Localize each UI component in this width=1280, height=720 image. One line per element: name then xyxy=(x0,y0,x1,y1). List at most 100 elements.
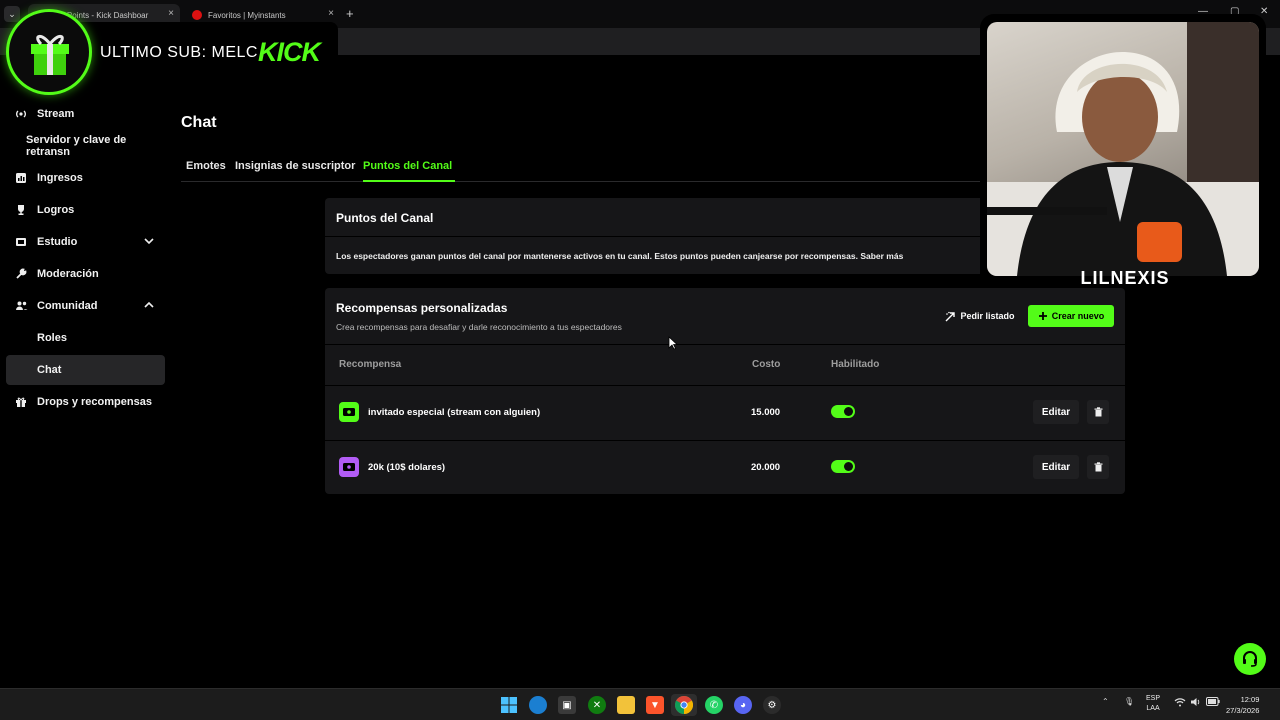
card-subtitle: Crea recompensas para desafiar y darle r… xyxy=(336,322,622,332)
sidebar-item-logros[interactable]: Logros xyxy=(6,195,165,225)
page-title: Chat xyxy=(181,114,217,131)
column-header-reward: Recompensa xyxy=(339,359,402,370)
volume-icon[interactable] xyxy=(1190,697,1202,709)
card-title: Recompensas personalizadas xyxy=(336,301,508,315)
myinstants-favicon-icon xyxy=(192,10,202,20)
reward-cost: 15.000 xyxy=(751,407,781,418)
wifi-icon[interactable] xyxy=(1174,697,1186,709)
sidebar-item-ingresos[interactable]: Ingresos xyxy=(6,163,165,193)
clock-date: 27/3/2026 xyxy=(1226,706,1260,715)
settings-icon[interactable]: ⚙ xyxy=(763,696,781,714)
sidebar-item-label: Drops y recompensas xyxy=(37,396,152,408)
delete-button[interactable] xyxy=(1087,455,1109,479)
tab-insignias[interactable]: Insignias de suscriptor xyxy=(235,160,355,172)
tab-close-icon[interactable]: × xyxy=(328,8,334,19)
request-list-button[interactable]: Pedir listado xyxy=(937,305,1023,327)
plus-icon xyxy=(1038,312,1047,320)
active-tab-indicator xyxy=(363,180,455,182)
microphone-icon[interactable]: 🎙 xyxy=(1124,697,1134,706)
edge-icon[interactable] xyxy=(529,696,547,714)
sidebar-item-roles[interactable]: Roles xyxy=(6,323,165,353)
sidebar-item-label: Stream xyxy=(37,108,75,120)
trash-icon xyxy=(1094,462,1102,472)
card-description: Los espectadores ganan puntos del canal … xyxy=(336,251,904,261)
delete-button[interactable] xyxy=(1087,400,1109,424)
wrench-icon xyxy=(14,267,28,281)
studio-icon xyxy=(14,235,28,249)
chevron-down-icon[interactable] xyxy=(143,235,155,247)
sidebar-item-server-key[interactable]: Servidor y clave de retransn xyxy=(6,131,165,161)
trophy-icon xyxy=(14,203,28,217)
broadcast-icon xyxy=(14,107,28,121)
divider xyxy=(325,385,1125,386)
tray-overflow-icon[interactable]: ⌃ xyxy=(1102,697,1109,706)
create-new-label: Crear nuevo xyxy=(1051,311,1105,321)
trash-icon xyxy=(1094,407,1102,417)
language-indicator[interactable]: ESP LAA xyxy=(1146,694,1160,714)
reward-cost: 20.000 xyxy=(751,462,781,473)
keyboard-layout: LAA xyxy=(1146,705,1160,712)
sidebar-item-estudio[interactable]: Estudio xyxy=(6,227,165,257)
chart-icon xyxy=(14,171,28,185)
store-icon[interactable]: ▣ xyxy=(558,696,576,714)
users-icon xyxy=(14,299,28,313)
sidebar-item-stream[interactable]: Stream xyxy=(6,99,165,129)
sidebar-item-drops[interactable]: Drops y recompensas xyxy=(6,387,165,417)
sidebar-item-label: Roles xyxy=(37,332,67,344)
column-header-enabled: Habilitado xyxy=(831,359,880,370)
webcam-feed xyxy=(987,22,1259,276)
sidebar-item-label: Ingresos xyxy=(37,172,83,184)
file-explorer-icon[interactable] xyxy=(617,696,635,714)
alert-text: ULTIMO SUB: MELC xyxy=(100,44,258,61)
chrome-icon[interactable] xyxy=(675,696,693,714)
tab-title: Favoritos | Myinstants xyxy=(208,10,286,20)
support-chat-button[interactable] xyxy=(1234,643,1266,675)
sidebar-item-label: Servidor y clave de retransn xyxy=(26,134,127,158)
gift-box-icon xyxy=(31,35,69,75)
reward-name: invitado especial (stream con alguien) xyxy=(368,407,541,418)
clock-time: 12:09 xyxy=(1240,695,1260,704)
reward-name: 20k (10$ dolares) xyxy=(368,462,446,473)
new-tab-button[interactable]: + xyxy=(346,6,354,21)
tab-search-button[interactable]: ⌄ xyxy=(4,6,20,22)
enabled-toggle[interactable] xyxy=(831,405,855,418)
table-row: invitado especial (stream con alguien) 1… xyxy=(325,388,1125,443)
sidebar-item-moderacion[interactable]: Moderación xyxy=(6,259,165,289)
reward-icon xyxy=(339,457,359,477)
headset-icon xyxy=(1243,651,1257,667)
system-clock[interactable]: 12:09 27/3/2026 xyxy=(1226,694,1259,716)
tab-close-icon[interactable]: × xyxy=(168,8,174,19)
sidebar-item-chat[interactable]: Chat xyxy=(6,355,165,385)
sidebar-item-label: Moderación xyxy=(37,268,99,280)
webcam-overlay: LILNEXIS xyxy=(980,14,1266,288)
card-title: Puntos del Canal xyxy=(336,211,434,225)
sidebar-item-label: Comunidad xyxy=(37,300,98,312)
edit-button[interactable]: Editar xyxy=(1033,455,1079,479)
discord-icon[interactable]: ◕ xyxy=(734,696,752,714)
windows-start-icon[interactable] xyxy=(500,696,518,714)
streamer-name: LILNEXIS xyxy=(1080,268,1170,288)
close-window-button[interactable]: ✕ xyxy=(1260,6,1268,17)
sidebar-item-label: Logros xyxy=(37,204,75,216)
chevron-up-icon[interactable] xyxy=(143,299,155,311)
table-row: 20k (10$ dolares) 20.000 Editar xyxy=(325,443,1125,498)
tab-emotes[interactable]: Emotes xyxy=(186,160,226,172)
custom-rewards-card: Recompensas personalizadas Crea recompen… xyxy=(325,288,1125,494)
enabled-toggle[interactable] xyxy=(831,460,855,473)
sidebar-item-comunidad[interactable]: Comunidad xyxy=(6,291,165,321)
create-new-button[interactable]: Crear nuevo xyxy=(1028,305,1114,327)
xbox-icon[interactable]: ✕ xyxy=(588,696,606,714)
battery-icon[interactable] xyxy=(1206,697,1220,708)
divider xyxy=(325,344,1125,345)
divider xyxy=(325,440,1125,441)
whatsapp-icon[interactable]: ✆ xyxy=(705,696,723,714)
language-code: ESP xyxy=(1146,695,1161,702)
edit-button[interactable]: Editar xyxy=(1033,400,1079,424)
column-header-cost: Costo xyxy=(752,359,781,370)
windows-taskbar: ▣ ✕ ▼ ✆ ◕ ⚙ ⌃ 🎙 ESP LAA 12:09 27/3/2026 xyxy=(0,688,1280,720)
brave-icon[interactable]: ▼ xyxy=(646,696,664,714)
reward-icon xyxy=(339,402,359,422)
request-list-label: Pedir listado xyxy=(960,311,1015,321)
tab-puntos-del-canal[interactable]: Puntos del Canal xyxy=(363,160,452,172)
sidebar-item-label: Estudio xyxy=(37,236,78,248)
